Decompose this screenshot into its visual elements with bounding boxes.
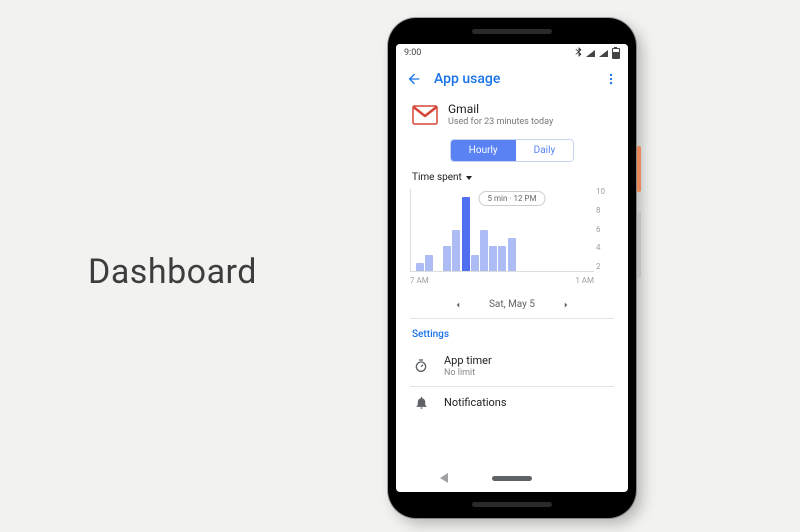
chart-y-axis: 10 8 6 4 2 xyxy=(596,187,612,271)
notifications-row[interactable]: Notifications xyxy=(396,387,628,418)
y-tick: 10 xyxy=(596,187,605,196)
android-nav-bar xyxy=(396,464,628,492)
chart-bar[interactable] xyxy=(416,263,424,271)
battery-icon xyxy=(612,48,620,59)
wifi-icon xyxy=(586,50,595,57)
app-bar: App usage xyxy=(396,62,628,96)
status-bar: 9:00 xyxy=(396,44,628,62)
chart-bar[interactable] xyxy=(443,246,451,271)
chart-bar[interactable] xyxy=(480,230,488,271)
chart-bar[interactable] xyxy=(471,255,479,271)
chart-bar[interactable] xyxy=(489,246,497,271)
chart-x-axis: 7 AM 1 AM xyxy=(410,276,594,285)
y-tick: 4 xyxy=(596,243,601,252)
gmail-icon xyxy=(412,105,438,125)
chart-bar[interactable] xyxy=(498,246,506,271)
bell-icon xyxy=(412,395,430,410)
date-navigator: Sat, May 5 xyxy=(396,299,628,310)
timer-icon xyxy=(412,358,430,374)
notifications-title: Notifications xyxy=(444,396,507,409)
chart-bar[interactable] xyxy=(508,238,516,271)
toggle-hourly[interactable]: Hourly xyxy=(451,140,516,161)
app-timer-row[interactable]: App timer No limit xyxy=(396,346,628,386)
y-tick: 8 xyxy=(596,206,601,215)
chart-bar[interactable] xyxy=(425,255,433,271)
x-end: 1 AM xyxy=(575,276,594,285)
x-start: 7 AM xyxy=(410,276,429,285)
status-icons xyxy=(575,47,620,60)
nav-home-pill[interactable] xyxy=(492,476,532,481)
speaker-bottom xyxy=(472,502,552,507)
granularity-toggle: Hourly Daily xyxy=(396,139,628,162)
phone-frame: 9:00 App usage xyxy=(388,18,636,518)
chart-bar[interactable] xyxy=(462,197,470,271)
chart-bar[interactable] xyxy=(452,230,460,271)
nav-back-icon[interactable] xyxy=(440,473,448,483)
app-header-row: Gmail Used for 23 minutes today xyxy=(396,96,628,137)
status-time: 9:00 xyxy=(404,48,421,58)
metric-dropdown[interactable]: Time spent xyxy=(396,172,628,185)
overflow-menu-icon[interactable] xyxy=(604,72,618,86)
chevron-down-icon xyxy=(466,176,472,180)
page-title: App usage xyxy=(434,71,592,87)
phone-screen: 9:00 App usage xyxy=(396,44,628,492)
metric-dropdown-label: Time spent xyxy=(412,172,462,183)
usage-chart: 5 min · 12 PM 10 8 6 4 2 xyxy=(410,189,614,272)
settings-header: Settings xyxy=(396,319,628,346)
app-name: Gmail xyxy=(448,102,553,116)
content-body: Gmail Used for 23 minutes today Hourly D… xyxy=(396,96,628,464)
bluetooth-icon xyxy=(575,47,582,60)
app-timer-subtitle: No limit xyxy=(444,368,492,378)
nav-spacer xyxy=(576,474,585,483)
y-tick: 6 xyxy=(596,225,601,234)
y-tick: 2 xyxy=(596,262,601,271)
chart-bars xyxy=(415,189,590,271)
back-arrow-icon[interactable] xyxy=(406,71,422,87)
app-usage-subtitle: Used for 23 minutes today xyxy=(448,117,553,127)
cell-signal-icon xyxy=(599,50,608,57)
app-timer-title: App timer xyxy=(444,354,492,367)
date-next-icon[interactable] xyxy=(561,300,571,310)
date-prev-icon[interactable] xyxy=(453,300,463,310)
slide-caption: Dashboard xyxy=(88,252,257,292)
speaker-top xyxy=(472,29,552,34)
date-label[interactable]: Sat, May 5 xyxy=(489,299,535,310)
toggle-daily[interactable]: Daily xyxy=(516,140,574,161)
